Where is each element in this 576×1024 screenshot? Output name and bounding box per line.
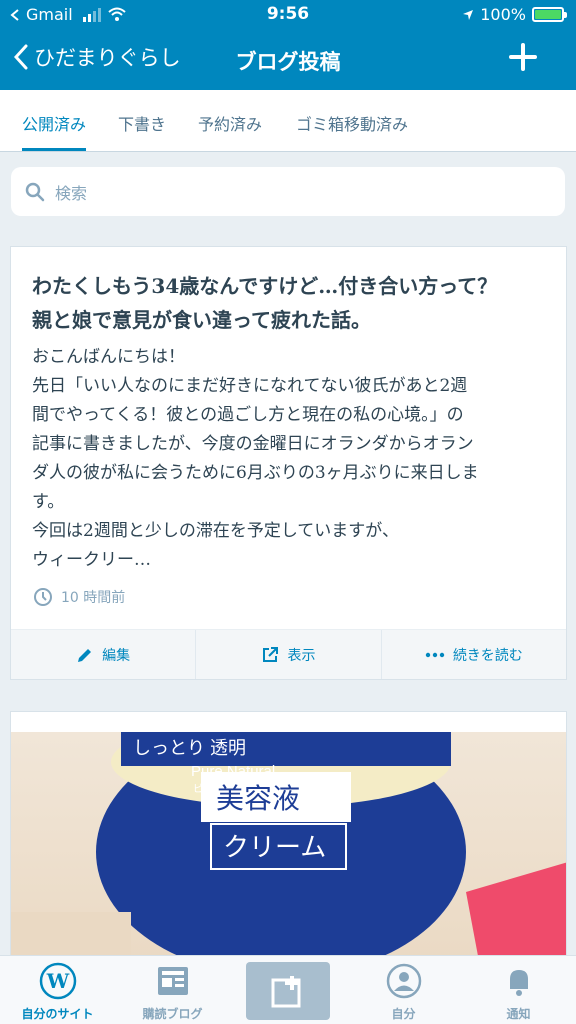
tab-drafts[interactable]: 下書き bbox=[118, 111, 166, 135]
edit-label: 編集 bbox=[102, 647, 131, 664]
view-button[interactable]: 表示 bbox=[196, 630, 382, 679]
new-post-button[interactable] bbox=[246, 962, 330, 1020]
tab-me[interactable]: 自分 bbox=[346, 962, 461, 1022]
bell-icon bbox=[509, 970, 528, 996]
wordpress-icon: W bbox=[39, 962, 76, 1000]
jar-product2: クリーム bbox=[223, 833, 326, 863]
excerpt-line: ダ人の彼が私に会うために6月ぶりの3ヶ月ぶりに来日しま bbox=[32, 463, 479, 483]
edit-button[interactable]: 編集 bbox=[11, 630, 197, 679]
new-post-icon bbox=[271, 976, 301, 1008]
post-meta: 10 時間前 bbox=[33, 587, 125, 607]
tab-trashed[interactable]: ゴミ箱移動済み bbox=[296, 111, 408, 135]
back-label: ひだまりぐらし bbox=[34, 46, 181, 70]
jar-text-line1: しっとり 透明 bbox=[133, 738, 246, 758]
pencil-icon bbox=[78, 648, 92, 662]
post-time-ago: 10 時間前 bbox=[61, 590, 126, 606]
nav-bar: ひだまりぐらし ブログ投稿 bbox=[0, 30, 576, 90]
status-bar: Gmail 9:56 100% bbox=[0, 0, 576, 30]
post-excerpt: おこんばんにちは！ 先日「いい人なのにまだ好きになれてない彼氏があと2週 間でや… bbox=[32, 343, 552, 575]
search-placeholder: 検索 bbox=[55, 183, 88, 203]
excerpt-line: 先日「いい人なのにまだ好きになれてない彼氏があと2週 bbox=[32, 376, 468, 396]
more-button[interactable]: 続きを読む bbox=[382, 630, 566, 679]
tab-reader-label: 購読ブログ bbox=[142, 1007, 203, 1021]
svg-text:W: W bbox=[45, 969, 69, 993]
jar-product1: 美容液 bbox=[216, 782, 300, 815]
excerpt-line: す。 bbox=[32, 492, 65, 512]
post-actions: 編集 表示 続きを読む bbox=[11, 629, 566, 679]
excerpt-line: 記事に書きましたが、今度の金曜日にオランダからオラン bbox=[32, 434, 474, 454]
profile-icon bbox=[386, 963, 421, 999]
bottom-tab-bar: W 自分のサイト 購読ブログ 自分 通知 bbox=[0, 955, 576, 1024]
tab-notifications[interactable]: 通知 bbox=[461, 962, 576, 1022]
excerpt-line: 間でやってくる！彼との過ごし方と現在の私の心境。」の bbox=[32, 405, 464, 425]
post-title-line: わたくしもう34歳なんですけど…付き合い方って？ bbox=[32, 274, 498, 298]
add-post-button[interactable] bbox=[508, 42, 538, 76]
tab-my-site[interactable]: W 自分のサイト bbox=[0, 962, 115, 1022]
excerpt-line: おこんばんにちは！ bbox=[32, 347, 185, 367]
tab-my-site-label: 自分のサイト bbox=[21, 1007, 94, 1021]
search-icon bbox=[25, 182, 45, 201]
status-right: 100% bbox=[462, 5, 567, 24]
more-label: 続きを読む bbox=[452, 647, 523, 664]
back-button[interactable]: ひだまりぐらし bbox=[14, 42, 181, 72]
post-card[interactable]: わたくしもう34歳なんですけど…付き合い方って？ 親と娘で意見が食い違って疲れた… bbox=[10, 246, 567, 680]
location-icon bbox=[463, 9, 474, 20]
featured-image: しっとり 透明 Pure Natural ピュアナチュラル 美容液 クリーム bbox=[11, 732, 566, 960]
tab-scheduled[interactable]: 予約済み bbox=[198, 111, 262, 135]
battery-icon bbox=[532, 7, 567, 22]
filter-tabs: 公開済み 下書き 予約済み ゴミ箱移動済み bbox=[0, 90, 576, 152]
tab-reader[interactable]: 購読ブログ bbox=[115, 962, 230, 1022]
ellipsis-icon bbox=[425, 652, 445, 657]
cream-jar-photo: しっとり 透明 Pure Natural ピュアナチュラル 美容液 クリーム bbox=[11, 732, 566, 960]
top-bar: Gmail 9:56 100% ひだまりぐらし ブログ投稿 bbox=[0, 0, 576, 90]
view-label: 表示 bbox=[287, 647, 316, 664]
search-input[interactable]: 検索 bbox=[11, 167, 565, 216]
active-tab-indicator bbox=[22, 148, 86, 151]
plus-icon bbox=[509, 43, 537, 71]
chevron-left-icon bbox=[14, 44, 28, 70]
tab-published[interactable]: 公開済み bbox=[22, 111, 86, 135]
clock-icon bbox=[34, 588, 52, 606]
excerpt-line: ウィークリー… bbox=[32, 550, 151, 570]
post-title-line: 親と娘で意見が食い違って疲れた話。 bbox=[32, 308, 371, 332]
tab-notifications-label: 通知 bbox=[506, 1007, 531, 1021]
external-link-icon bbox=[263, 646, 279, 662]
reader-icon bbox=[157, 967, 188, 995]
battery-percent: 100% bbox=[480, 5, 526, 24]
jar-brand: Pure Natural bbox=[191, 763, 275, 780]
post-title[interactable]: わたくしもう34歳なんですけど…付き合い方って？ 親と娘で意見が食い違って疲れた… bbox=[32, 269, 552, 337]
excerpt-line: 今回は2週間と少しの滞在を予定していますが、 bbox=[32, 521, 399, 541]
tab-me-label: 自分 bbox=[391, 1007, 416, 1021]
post-card-2[interactable]: しっとり 透明 Pure Natural ピュアナチュラル 美容液 クリーム bbox=[10, 711, 567, 961]
